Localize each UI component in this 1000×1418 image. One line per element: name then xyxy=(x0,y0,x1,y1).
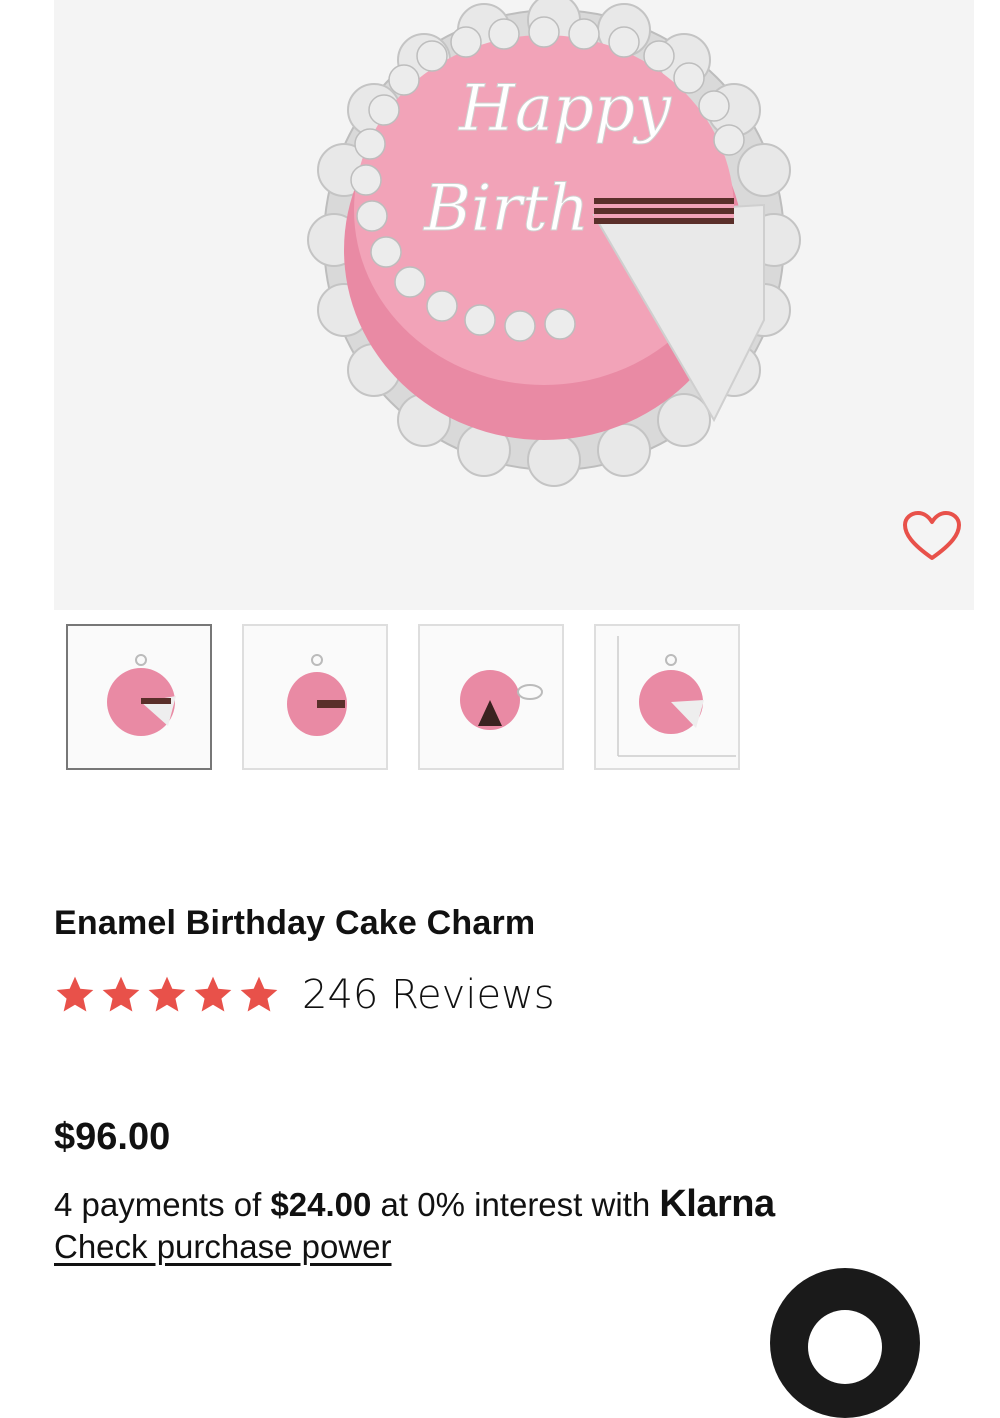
cake-text-birthday: Birth xyxy=(423,172,589,246)
klarna-prefix: 4 payments of xyxy=(54,1186,271,1223)
chat-button[interactable] xyxy=(770,1268,920,1418)
product-title: Enamel Birthday Cake Charm xyxy=(54,904,536,942)
product-hero-image[interactable]: Happy Birth xyxy=(54,0,974,610)
wishlist-button[interactable] xyxy=(902,510,962,562)
klarna-suffix: at 0% interest with xyxy=(371,1186,660,1223)
star-icon xyxy=(56,976,94,1012)
star-icon xyxy=(102,976,140,1012)
thumbnail-4[interactable] xyxy=(594,624,740,770)
heart-icon xyxy=(903,511,961,560)
klarna-installments: 4 payments of $24.00 at 0% interest with… xyxy=(54,1183,775,1226)
reviews-link[interactable]: 246 Reviews xyxy=(302,972,555,1018)
product-price: $96.00 xyxy=(54,1116,171,1158)
product-rating[interactable]: 246 Reviews xyxy=(52,972,555,1018)
chat-icon xyxy=(808,1310,882,1384)
cake-charm-image: Happy Birth xyxy=(307,0,801,487)
cake-text-happy: Happy xyxy=(458,72,672,146)
thumbnail-cake-icon xyxy=(107,654,176,736)
klarna-logo: Klarna xyxy=(659,1183,775,1225)
thumbnail-cake-icon xyxy=(287,654,347,736)
star-icon xyxy=(148,976,186,1012)
thumbnail-3[interactable] xyxy=(418,624,564,770)
thumbnail-cake-icon xyxy=(460,670,543,730)
thumbnail-1[interactable] xyxy=(66,624,212,770)
check-purchase-power-link[interactable]: Check purchase power xyxy=(54,1228,392,1266)
thumbnail-2[interactable] xyxy=(242,624,388,770)
star-icon xyxy=(240,976,278,1012)
star-rating xyxy=(52,973,282,1017)
star-icon xyxy=(194,976,232,1012)
klarna-amount: $24.00 xyxy=(270,1186,372,1223)
thumbnail-cake-icon xyxy=(617,636,736,757)
